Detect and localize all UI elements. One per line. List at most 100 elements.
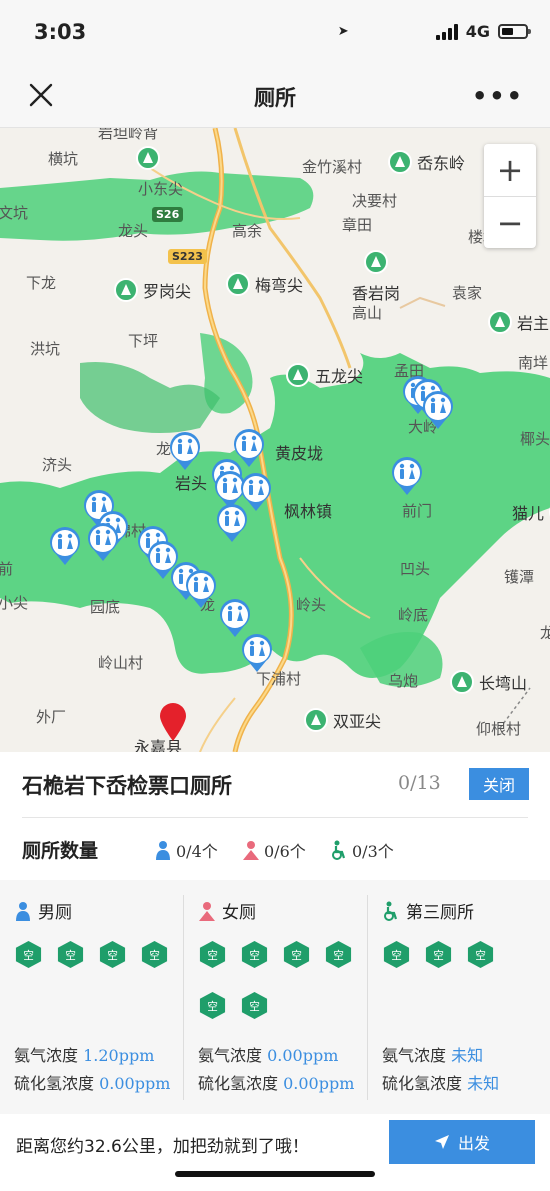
peak-marker xyxy=(364,250,388,274)
zoom-out-button[interactable]: − xyxy=(484,196,536,248)
map-label: 横坑 xyxy=(48,150,79,168)
stall-vacant-icon: 空 xyxy=(425,940,452,969)
svg-text:空: 空 xyxy=(23,949,34,962)
toilet-name: 石桅岩下岙检票口厕所 xyxy=(22,774,232,798)
accessible-column: 第三厕所 空 空 空 氨气浓度 未知 硫化氢浓度 未知 xyxy=(368,880,550,1114)
stall-vacant-icon: 空 xyxy=(241,940,268,969)
mountain-icon xyxy=(226,272,250,296)
map-label: 下龙 xyxy=(26,274,57,292)
status-indicators: ➤ 4G xyxy=(338,22,531,41)
road-badge: S223 xyxy=(168,249,207,264)
ammonia-level: 氨气浓度 未知 xyxy=(382,1046,484,1065)
stall-vacant-icon: 空 xyxy=(467,940,494,969)
toilet-columns: 男厕 空空空空 氨气浓度 1.20ppm 硫化氢浓度 0.00ppm 女厕 空空… xyxy=(0,880,550,1114)
toilet-marker-icon[interactable] xyxy=(421,390,455,430)
close-panel-button[interactable]: 关闭 xyxy=(469,768,529,800)
map-label: 香岩岗 xyxy=(352,284,401,303)
distance-text: 距离您约32.6公里，加把劲就到了哦！ xyxy=(16,1137,309,1157)
toilet-marker-icon[interactable] xyxy=(240,633,274,673)
stall-vacant-icon: 空 xyxy=(141,940,168,969)
map-label: 岩坦岭背 xyxy=(98,128,159,142)
signal-icon xyxy=(435,23,458,40)
ammonia-level: 氨气浓度 1.20ppm xyxy=(14,1046,155,1065)
navigate-arrow-icon xyxy=(434,1135,449,1149)
svg-text:空: 空 xyxy=(207,949,218,962)
status-bar: 3:03 ➤ 4G xyxy=(0,0,550,66)
stall-vacant-icon: 空 xyxy=(283,940,310,969)
peak-marker: 猫儿 xyxy=(512,500,550,524)
stall-vacant-icon: 空 xyxy=(325,940,352,969)
svg-text:空: 空 xyxy=(107,949,118,962)
map-label: 小东尖 xyxy=(138,180,184,198)
map-label: 仰根村 xyxy=(476,720,522,738)
toilet-marker-icon[interactable] xyxy=(390,456,424,496)
map-label: 凹头 xyxy=(400,560,431,578)
h2s-level: 硫化氢浓度 0.00ppm xyxy=(198,1074,355,1093)
map-label: 决要村 xyxy=(352,192,398,210)
road-badge: S26 xyxy=(152,207,184,222)
h2s-level: 硫化氢浓度 0.00ppm xyxy=(14,1074,171,1093)
page-title: 厕所 xyxy=(254,86,296,110)
svg-text:空: 空 xyxy=(249,1000,260,1013)
stall-vacant-icon: 空 xyxy=(383,940,410,969)
more-icon[interactable]: ••• xyxy=(472,82,524,110)
female-icon xyxy=(199,901,215,921)
map-label: 文坑 xyxy=(0,204,29,222)
map-view[interactable]: 岩坦岭背 横坑 小东尖 金竹溪村 岙东岭 决要村 文坑 S26 龙头 高余 章田… xyxy=(0,128,550,752)
toilet-marker-icon[interactable] xyxy=(48,526,82,566)
column-header: 第三厕所 xyxy=(382,898,474,923)
status-time: 3:03 xyxy=(34,20,87,44)
map-label: 外厂 xyxy=(36,708,67,726)
map-label: 园底 xyxy=(90,598,121,616)
nav-bar: 厕所 ••• xyxy=(0,66,550,128)
network-type: 4G xyxy=(465,22,490,41)
wheelchair-icon xyxy=(384,901,398,921)
map-label: 袁家 xyxy=(452,284,483,302)
svg-text:空: 空 xyxy=(291,949,302,962)
male-icon xyxy=(156,841,170,860)
map-label: 龙头 xyxy=(118,222,149,240)
page-counter: 0/13 xyxy=(398,772,441,794)
map-label: 金竹溪村 xyxy=(302,158,363,176)
wheelchair-icon xyxy=(332,840,346,860)
peak-marker: 罗岗尖 xyxy=(114,278,191,302)
zoom-controls: + − xyxy=(484,144,536,248)
column-header: 男厕 xyxy=(14,898,72,923)
zoom-in-button[interactable]: + xyxy=(484,144,536,196)
column-header: 女厕 xyxy=(198,898,256,923)
male-icon xyxy=(16,901,30,921)
map-label: 洪坑 xyxy=(30,340,61,358)
toilet-marker-icon[interactable] xyxy=(218,598,252,638)
toilet-marker-icon[interactable] xyxy=(86,522,120,562)
map-label: 龙 xyxy=(540,624,550,642)
toilet-marker-icon[interactable] xyxy=(215,503,249,543)
svg-text:空: 空 xyxy=(249,949,260,962)
map-label: 章田 xyxy=(342,216,373,234)
toilet-marker-icon[interactable] xyxy=(168,431,202,471)
stall-vacant-icon: 空 xyxy=(57,940,84,969)
map-label: 岩头 xyxy=(175,474,208,493)
accessible-count: 0/3个 xyxy=(330,838,394,862)
peak-marker: 双亚尖 xyxy=(304,708,381,732)
toilet-marker-icon[interactable] xyxy=(184,569,218,609)
stall-vacant-icon: 空 xyxy=(199,940,226,969)
stall-grid: 空空空 xyxy=(382,940,537,969)
destination-pin-icon xyxy=(160,703,186,741)
male-column: 男厕 空 空 空 空 氨气浓度 1.20ppm 硫化氢浓度 0.00ppm xyxy=(0,880,183,1114)
map-label: 枫林镇 xyxy=(284,502,333,521)
svg-text:空: 空 xyxy=(149,949,160,962)
map-label: 岭头 xyxy=(296,596,327,614)
map-label: 黄皮垅 xyxy=(275,444,324,463)
female-count: 0/6个 xyxy=(242,838,306,862)
divider xyxy=(22,817,528,818)
map-label: 下坪 xyxy=(128,332,159,350)
female-icon xyxy=(243,841,259,860)
go-button[interactable]: 出发 xyxy=(389,1120,535,1164)
location-arrow-icon: ➤ xyxy=(337,24,349,39)
peak-marker: 梅弯尖 xyxy=(226,272,303,296)
mountain-icon xyxy=(388,150,412,174)
mountain-icon xyxy=(450,670,474,694)
stall-vacant-icon: 空 xyxy=(199,991,226,1020)
stall-vacant-icon: 空 xyxy=(99,940,126,969)
svg-text:空: 空 xyxy=(475,949,486,962)
